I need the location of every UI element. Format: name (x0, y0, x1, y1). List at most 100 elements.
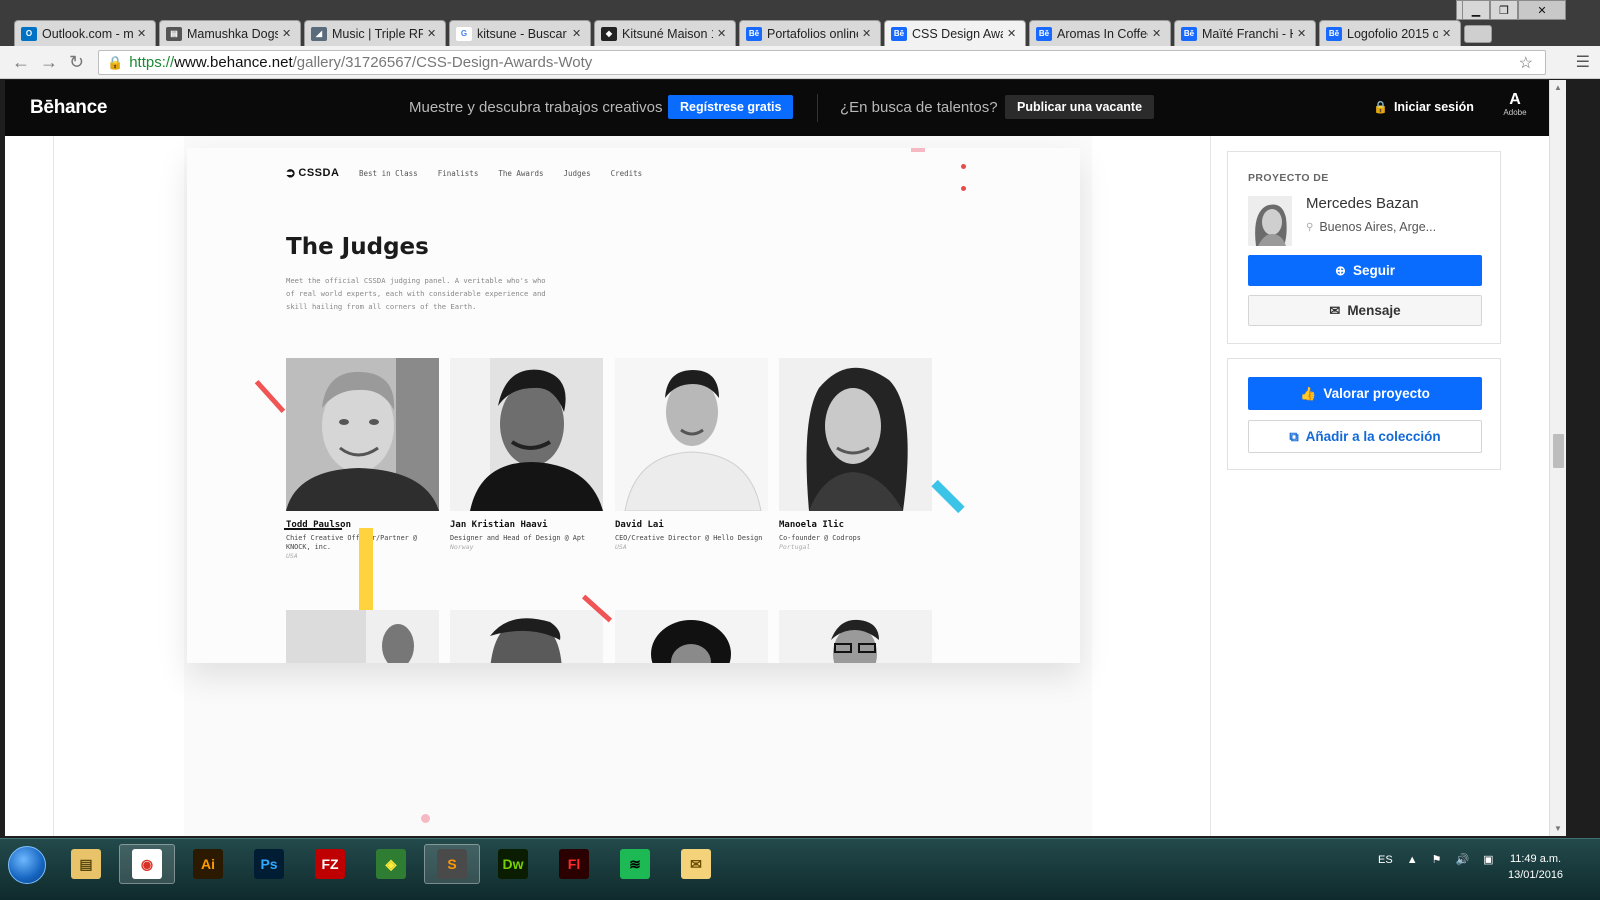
taskbar-app-spotify[interactable]: ≋ (607, 844, 663, 884)
back-arrow-icon[interactable]: ← (12, 52, 30, 73)
browser-tab[interactable]: O Outlook.com - m ✕ (14, 20, 156, 46)
decor-blue-stroke (931, 479, 965, 514)
tray-expand-icon[interactable]: ▲ (1407, 854, 1418, 866)
close-tab-icon[interactable]: ✕ (137, 27, 149, 40)
tab-favicon-icon: Bē (1326, 26, 1342, 41)
scroll-thumb[interactable] (1553, 434, 1564, 468)
cssda-nav: Best in Class Finalists The Awards Judge… (359, 169, 642, 178)
network-icon[interactable]: ▣ (1483, 853, 1493, 866)
spotify-icon: ≋ (620, 849, 650, 879)
sublime-icon: S (437, 849, 467, 879)
tab-favicon-icon: ▤ (166, 26, 182, 41)
behance-header: Bēhance Muestre y descubra trabajos crea… (5, 80, 1566, 136)
page-scrollbar[interactable]: ▲ ▼ (1549, 80, 1566, 836)
message-button[interactable]: ✉ Mensaje (1248, 295, 1482, 326)
taskbar-app-outlook[interactable]: ✉ (668, 844, 724, 884)
taskbar-clock[interactable]: 11:49 a.m. 13/01/2016 (1508, 851, 1563, 883)
tab-label: Kitsuné Maison 1 (622, 26, 713, 41)
owner-name[interactable]: Mercedes Bazan (1306, 195, 1419, 212)
project-image: ➲ CSSDA Best in Class Finalists The Awar… (187, 148, 1080, 663)
browser-tab[interactable]: Gkitsune - Buscar c ✕ (449, 20, 591, 46)
close-tab-icon[interactable]: ✕ (1442, 27, 1454, 40)
browser-tab[interactable]: Bē CSS Design Awar ✕ (884, 20, 1026, 46)
close-tab-icon[interactable]: ✕ (1007, 27, 1019, 40)
taskbar-app-layers[interactable]: ◈ (363, 844, 419, 884)
scroll-down-icon[interactable]: ▼ (1554, 824, 1562, 833)
browser-tab[interactable]: ◆ Kitsuné Maison 1 ✕ (594, 20, 736, 46)
chrome-icon: ◉ (132, 849, 162, 879)
follow-label: Seguir (1352, 263, 1395, 278)
judge-role: Designer and Head of Design @ Apt (450, 534, 586, 542)
tab-label: kitsune - Buscar c (477, 26, 568, 41)
cssda-nav-item: Best in Class (359, 169, 418, 178)
chrome-menu-icon[interactable]: ☰ (1576, 52, 1590, 72)
close-tab-icon[interactable]: ✕ (427, 27, 439, 40)
explorer-icon: ▤ (71, 849, 101, 879)
new-tab-button[interactable] (1464, 25, 1492, 43)
browser-titlebar: 👤 ▁ ❐ ✕ OOutlook.com - m✕▤Mamushka Dogs✕… (0, 0, 1600, 46)
clock-date: 13/01/2016 (1508, 869, 1564, 881)
language-indicator[interactable]: ES (1378, 854, 1393, 866)
close-tab-icon[interactable]: ✕ (282, 27, 294, 40)
collection-label: Añadir a la colección (1305, 429, 1441, 444)
lock-icon: 🔒 (107, 54, 124, 70)
follow-button[interactable]: ⊕ Seguir (1248, 255, 1482, 286)
browser-tab[interactable]: Bē Portafolios online ✕ (739, 20, 881, 46)
cssda-nav-item: Judges (563, 169, 591, 178)
decor-yellow-bar (359, 528, 373, 610)
judge-photo (615, 358, 768, 511)
browser-tab[interactable]: Bē Logofolio 2015 o ✕ (1319, 20, 1461, 46)
close-window-icon[interactable]: ✕ (1518, 0, 1566, 20)
adobe-logo[interactable]: A Adobe (1501, 92, 1529, 118)
avatar[interactable] (1248, 196, 1292, 246)
close-tab-icon[interactable]: ✕ (1297, 27, 1309, 40)
action-center-flag-icon[interactable]: ⚑ (1432, 853, 1442, 866)
maximize-icon[interactable]: ❐ (1490, 0, 1518, 20)
reload-icon[interactable]: ↻ (69, 52, 84, 73)
taskbar-app-flash[interactable]: Fl (546, 844, 602, 884)
post-job-button[interactable]: Publicar una vacante (1005, 95, 1155, 119)
behance-logo[interactable]: Bēhance (30, 97, 107, 119)
tab-favicon-icon: ◢ (311, 26, 327, 41)
add-to-collection-button[interactable]: ⧉ Añadir a la colección (1248, 420, 1482, 453)
volume-icon[interactable]: 🔊 (1455, 853, 1469, 866)
close-tab-icon[interactable]: ✕ (1152, 27, 1164, 40)
register-button[interactable]: Regístrese gratis (668, 95, 794, 119)
start-button[interactable] (8, 846, 46, 884)
judge-photo-partial (615, 610, 768, 663)
taskbar-app-photoshop[interactable]: Ps (241, 844, 297, 884)
browser-tab[interactable]: ▤ Mamushka Dogs ✕ (159, 20, 301, 46)
url-path: /gallery/31726567/CSS-Design-Awards-Woty (292, 54, 593, 71)
forward-arrow-icon[interactable]: → (40, 52, 58, 73)
tab-label: Aromas In Coffee (1057, 26, 1148, 41)
appreciate-button[interactable]: 👍 Valorar proyecto (1248, 377, 1482, 410)
tab-favicon-icon: Bē (891, 26, 907, 41)
lock-icon: 🔒 (1373, 100, 1388, 114)
active-judge-underline (284, 528, 342, 530)
windows-taskbar: ▤ ◉ Ai Ps FZ ◈ S Dw Fl ≋ ✉ ES ▲ ⚑ 🔊 ▣ 11:49 a.m. 1… (0, 838, 1600, 900)
close-tab-icon[interactable]: ✕ (717, 27, 729, 40)
close-tab-icon[interactable]: ✕ (862, 27, 874, 40)
taskbar-app-filezilla[interactable]: FZ (302, 844, 358, 884)
taskbar-app-sublime[interactable]: S (424, 844, 480, 884)
judge-name: Manoela Ilic (779, 520, 845, 530)
illustrator-icon: Ai (193, 849, 223, 879)
minimize-icon[interactable]: ▁ (1462, 0, 1490, 20)
login-link[interactable]: 🔒 Iniciar sesión (1373, 100, 1474, 114)
tab-label: Portafolios online (767, 26, 858, 41)
taskbar-app-dreamweaver[interactable]: Dw (485, 844, 541, 884)
address-bar[interactable]: 🔒 https://www.behance.net/gallery/317265… (98, 50, 1546, 75)
talent-text: ¿En busca de talentos? (840, 99, 998, 116)
scroll-up-icon[interactable]: ▲ (1554, 83, 1562, 92)
browser-tab[interactable]: Bē Aromas In Coffee ✕ (1029, 20, 1171, 46)
close-tab-icon[interactable]: ✕ (572, 27, 584, 40)
tab-favicon-icon: O (21, 26, 37, 41)
browser-tab[interactable]: Bē Maïté Franchi - H ✕ (1174, 20, 1316, 46)
taskbar-app-explorer[interactable]: ▤ (58, 844, 114, 884)
adobe-label: Adobe (1503, 108, 1527, 117)
bookmark-star-icon[interactable]: ☆ (1519, 53, 1533, 73)
browser-tab[interactable]: ◢ Music | Triple RR ✕ (304, 20, 446, 46)
plus-circle-icon: ⊕ (1335, 262, 1346, 278)
taskbar-app-illustrator[interactable]: Ai (180, 844, 236, 884)
taskbar-app-chrome[interactable]: ◉ (119, 844, 175, 884)
